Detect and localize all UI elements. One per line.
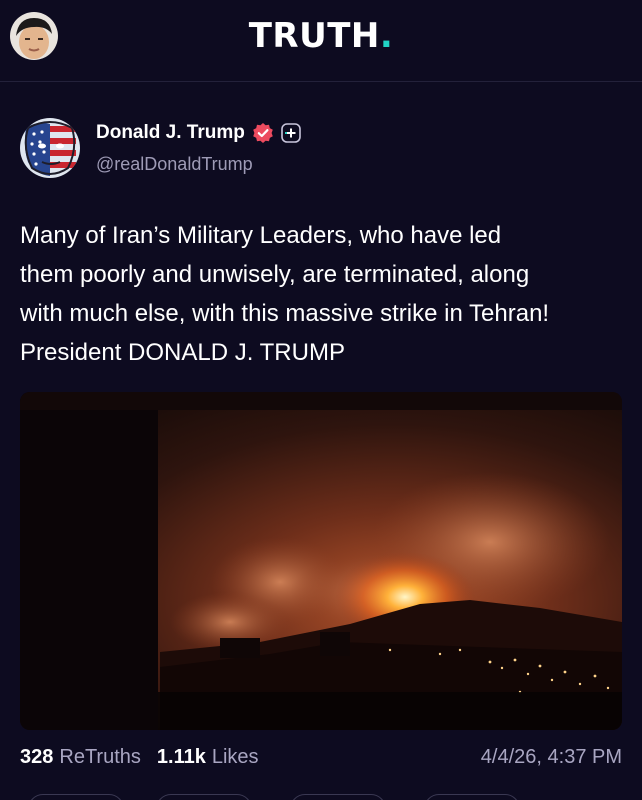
app-root: TRUTH. Donald J. Trump @realDonaldTrump …	[0, 0, 642, 800]
top-bar: TRUTH.	[0, 0, 642, 82]
likes-count: 1.11k	[156, 746, 206, 768]
post-timestamp[interactable]: 4/4/26, 4:37 PM	[481, 746, 622, 769]
logo-text: TRUTH	[248, 16, 380, 56]
retruths-label: ReTruths	[59, 746, 141, 768]
author-avatar[interactable]	[20, 118, 80, 178]
truth-logo[interactable]: TRUTH.	[0, 16, 642, 56]
post-actions-row	[0, 794, 642, 800]
post-text-line: President DONALD J. TRUMP	[20, 339, 345, 366]
post-media-image[interactable]	[20, 392, 622, 730]
night-explosion-photo	[20, 392, 622, 730]
retruths-count: 328	[20, 746, 54, 768]
retruths-stat[interactable]: 328 ReTruths	[20, 746, 141, 769]
likes-label: Likes	[211, 746, 259, 768]
logo-dot: .	[379, 16, 394, 56]
verified-badge-icon	[252, 122, 274, 144]
post-text-line: Many of Iran’s Military Leaders, who hav…	[20, 222, 502, 249]
author-name[interactable]: Donald J. Trump	[96, 122, 245, 144]
author-info: Donald J. Trump	[96, 122, 301, 144]
post-text-line: them poorly and unwisely, are terminated…	[20, 261, 530, 288]
post-text: Many of Iran’s Military Leaders, who hav…	[20, 216, 630, 372]
plus-subscriber-icon	[281, 123, 301, 143]
reply-button[interactable]	[28, 794, 124, 800]
likes-stat[interactable]: 1.11k Likes	[157, 746, 259, 769]
post-text-line: with much else, with this massive strike…	[20, 300, 550, 327]
author-handle[interactable]: @realDonaldTrump	[96, 154, 253, 175]
share-button[interactable]	[424, 794, 520, 800]
retruth-button[interactable]	[156, 794, 252, 800]
like-button[interactable]	[290, 794, 386, 800]
post-stats: 328 ReTruths 1.11k Likes	[20, 746, 259, 769]
